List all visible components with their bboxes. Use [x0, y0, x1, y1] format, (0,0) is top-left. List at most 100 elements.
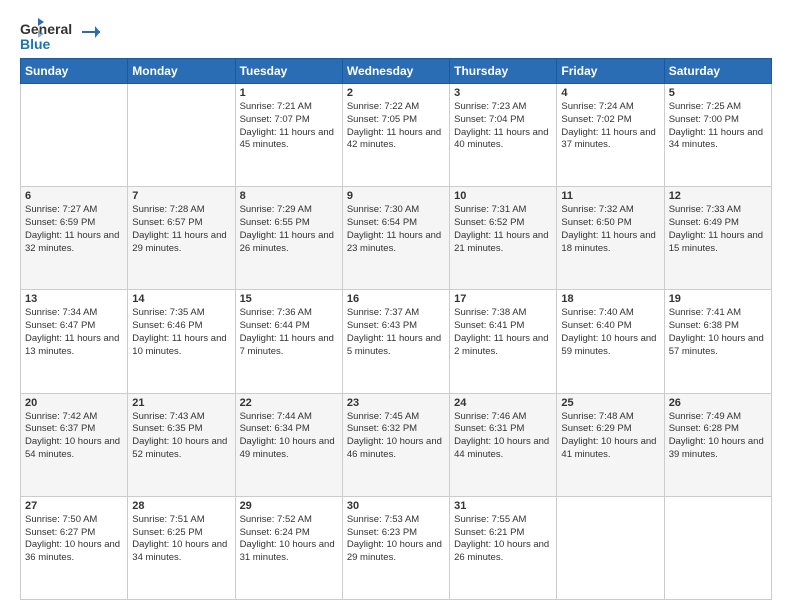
table-row: 20 Sunrise: 7:42 AMSunset: 6:37 PMDayligh… [21, 393, 128, 496]
day-detail: Sunrise: 7:35 AMSunset: 6:46 PMDaylight:… [132, 307, 230, 358]
table-row: 12 Sunrise: 7:33 AMSunset: 6:49 PMDayligh… [664, 187, 771, 290]
col-monday: Monday [128, 59, 235, 84]
day-number: 27 [25, 500, 123, 512]
table-row: 28Sunrise: 7:51 AMSunset: 6:25 PMDayligh… [128, 496, 235, 599]
col-friday: Friday [557, 59, 664, 84]
day-detail: Sunrise: 7:31 AMSunset: 6:52 PMDaylight:… [454, 204, 552, 255]
day-number: 12 [669, 190, 767, 202]
day-detail: Sunrise: 7:29 AMSunset: 6:55 PMDaylight:… [240, 204, 338, 255]
day-detail: Sunrise: 7:22 AMSunset: 7:05 PMDaylight:… [347, 101, 445, 152]
table-row: 6 Sunrise: 7:27 AMSunset: 6:59 PMDaylight… [21, 187, 128, 290]
day-number: 4 [561, 87, 659, 99]
day-number: 9 [347, 190, 445, 202]
day-number: 16 [347, 293, 445, 305]
table-row: 29Sunrise: 7:52 AMSunset: 6:24 PMDayligh… [235, 496, 342, 599]
day-number: 7 [132, 190, 230, 202]
day-number: 3 [454, 87, 552, 99]
day-number: 17 [454, 293, 552, 305]
header: General Blue [20, 16, 772, 48]
day-detail: Sunrise: 7:27 AMSunset: 6:59 PMDaylight:… [25, 204, 123, 255]
day-detail: Sunrise: 7:43 AMSunset: 6:35 PMDaylight:… [132, 411, 230, 462]
day-detail: Sunrise: 7:24 AMSunset: 7:02 PMDaylight:… [561, 101, 659, 152]
day-detail: Sunrise: 7:45 AMSunset: 6:32 PMDaylight:… [347, 411, 445, 462]
table-row: 14 Sunrise: 7:35 AMSunset: 6:46 PMDayligh… [128, 290, 235, 393]
day-number: 18 [561, 293, 659, 305]
day-detail: Sunrise: 7:36 AMSunset: 6:44 PMDaylight:… [240, 307, 338, 358]
day-number: 8 [240, 190, 338, 202]
day-number: 21 [132, 397, 230, 409]
table-row: 11 Sunrise: 7:32 AMSunset: 6:50 PMDayligh… [557, 187, 664, 290]
day-detail: Sunrise: 7:32 AMSunset: 6:50 PMDaylight:… [561, 204, 659, 255]
day-number: 13 [25, 293, 123, 305]
day-number: 29 [240, 500, 338, 512]
table-row: 13 Sunrise: 7:34 AMSunset: 6:47 PMDayligh… [21, 290, 128, 393]
table-row: 5 Sunrise: 7:25 AMSunset: 7:00 PMDaylight… [664, 84, 771, 187]
day-detail: Sunrise: 7:49 AMSunset: 6:28 PMDaylight:… [669, 411, 767, 462]
table-row [664, 496, 771, 599]
table-row: 26 Sunrise: 7:49 AMSunset: 6:28 PMDayligh… [664, 393, 771, 496]
day-number: 23 [347, 397, 445, 409]
day-number: 28 [132, 500, 230, 512]
table-row: 17 Sunrise: 7:38 AMSunset: 6:41 PMDayligh… [450, 290, 557, 393]
page: General Blue [0, 0, 792, 612]
day-number: 26 [669, 397, 767, 409]
table-row: 25 Sunrise: 7:48 AMSunset: 6:29 PMDayligh… [557, 393, 664, 496]
day-detail: Sunrise: 7:37 AMSunset: 6:43 PMDaylight:… [347, 307, 445, 358]
day-detail: Sunrise: 7:40 AMSunset: 6:40 PMDaylight:… [561, 307, 659, 358]
day-detail: Sunrise: 7:38 AMSunset: 6:41 PMDaylight:… [454, 307, 552, 358]
table-row: 1 Sunrise: 7:21 AMSunset: 7:07 PMDaylight… [235, 84, 342, 187]
day-detail: Sunrise: 7:46 AMSunset: 6:31 PMDaylight:… [454, 411, 552, 462]
table-row [128, 84, 235, 187]
day-detail: Sunrise: 7:53 AMSunset: 6:23 PMDaylight:… [347, 514, 445, 565]
table-row: 23 Sunrise: 7:45 AMSunset: 6:32 PMDayligh… [342, 393, 449, 496]
day-detail: Sunrise: 7:30 AMSunset: 6:54 PMDaylight:… [347, 204, 445, 255]
table-row: 21 Sunrise: 7:43 AMSunset: 6:35 PMDayligh… [128, 393, 235, 496]
day-detail: Sunrise: 7:50 AMSunset: 6:27 PMDaylight:… [25, 514, 123, 565]
col-tuesday: Tuesday [235, 59, 342, 84]
day-detail: Sunrise: 7:25 AMSunset: 7:00 PMDaylight:… [669, 101, 767, 152]
table-row: 30 Sunrise: 7:53 AMSunset: 6:23 PMDayligh… [342, 496, 449, 599]
table-row: 8 Sunrise: 7:29 AMSunset: 6:55 PMDaylight… [235, 187, 342, 290]
day-number: 30 [347, 500, 445, 512]
day-detail: Sunrise: 7:55 AMSunset: 6:21 PMDaylight:… [454, 514, 552, 565]
day-number: 15 [240, 293, 338, 305]
table-row: 10Sunrise: 7:31 AMSunset: 6:52 PMDayligh… [450, 187, 557, 290]
day-detail: Sunrise: 7:48 AMSunset: 6:29 PMDaylight:… [561, 411, 659, 462]
day-number: 6 [25, 190, 123, 202]
day-detail: Sunrise: 7:41 AMSunset: 6:38 PMDaylight:… [669, 307, 767, 358]
day-number: 11 [561, 190, 659, 202]
day-detail: Sunrise: 7:21 AMSunset: 7:07 PMDaylight:… [240, 101, 338, 152]
day-number: 31 [454, 500, 552, 512]
calendar-header-row: Sunday Monday Tuesday Wednesday Thursday… [21, 59, 772, 84]
table-row: 31 Sunrise: 7:55 AMSunset: 6:21 PMDayligh… [450, 496, 557, 599]
day-detail: Sunrise: 7:44 AMSunset: 6:34 PMDaylight:… [240, 411, 338, 462]
day-number: 20 [25, 397, 123, 409]
calendar-table: Sunday Monday Tuesday Wednesday Thursday… [20, 58, 772, 600]
table-row: 7Sunrise: 7:28 AMSunset: 6:57 PMDaylight… [128, 187, 235, 290]
day-number: 19 [669, 293, 767, 305]
logo-arrow-icon [22, 16, 46, 40]
day-detail: Sunrise: 7:23 AMSunset: 7:04 PMDaylight:… [454, 101, 552, 152]
day-number: 14 [132, 293, 230, 305]
col-saturday: Saturday [664, 59, 771, 84]
table-row: 27 Sunrise: 7:50 AMSunset: 6:27 PMDayligh… [21, 496, 128, 599]
day-detail: Sunrise: 7:33 AMSunset: 6:49 PMDaylight:… [669, 204, 767, 255]
day-number: 1 [240, 87, 338, 99]
table-row: 19 Sunrise: 7:41 AMSunset: 6:38 PMDayligh… [664, 290, 771, 393]
table-row: 16 Sunrise: 7:37 AMSunset: 6:43 PMDayligh… [342, 290, 449, 393]
col-sunday: Sunday [21, 59, 128, 84]
day-number: 25 [561, 397, 659, 409]
table-row: 15 Sunrise: 7:36 AMSunset: 6:44 PMDayligh… [235, 290, 342, 393]
logo: General Blue [20, 16, 100, 48]
table-row: 3 Sunrise: 7:23 AMSunset: 7:04 PMDaylight… [450, 84, 557, 187]
table-row: 22 Sunrise: 7:44 AMSunset: 6:34 PMDayligh… [235, 393, 342, 496]
table-row: 18 Sunrise: 7:40 AMSunset: 6:40 PMDayligh… [557, 290, 664, 393]
day-number: 5 [669, 87, 767, 99]
day-number: 2 [347, 87, 445, 99]
table-row: 2 Sunrise: 7:22 AMSunset: 7:05 PMDaylight… [342, 84, 449, 187]
table-row [557, 496, 664, 599]
day-detail: Sunrise: 7:34 AMSunset: 6:47 PMDaylight:… [25, 307, 123, 358]
table-row: 24Sunrise: 7:46 AMSunset: 6:31 PMDayligh… [450, 393, 557, 496]
day-number: 22 [240, 397, 338, 409]
day-detail: Sunrise: 7:42 AMSunset: 6:37 PMDaylight:… [25, 411, 123, 462]
